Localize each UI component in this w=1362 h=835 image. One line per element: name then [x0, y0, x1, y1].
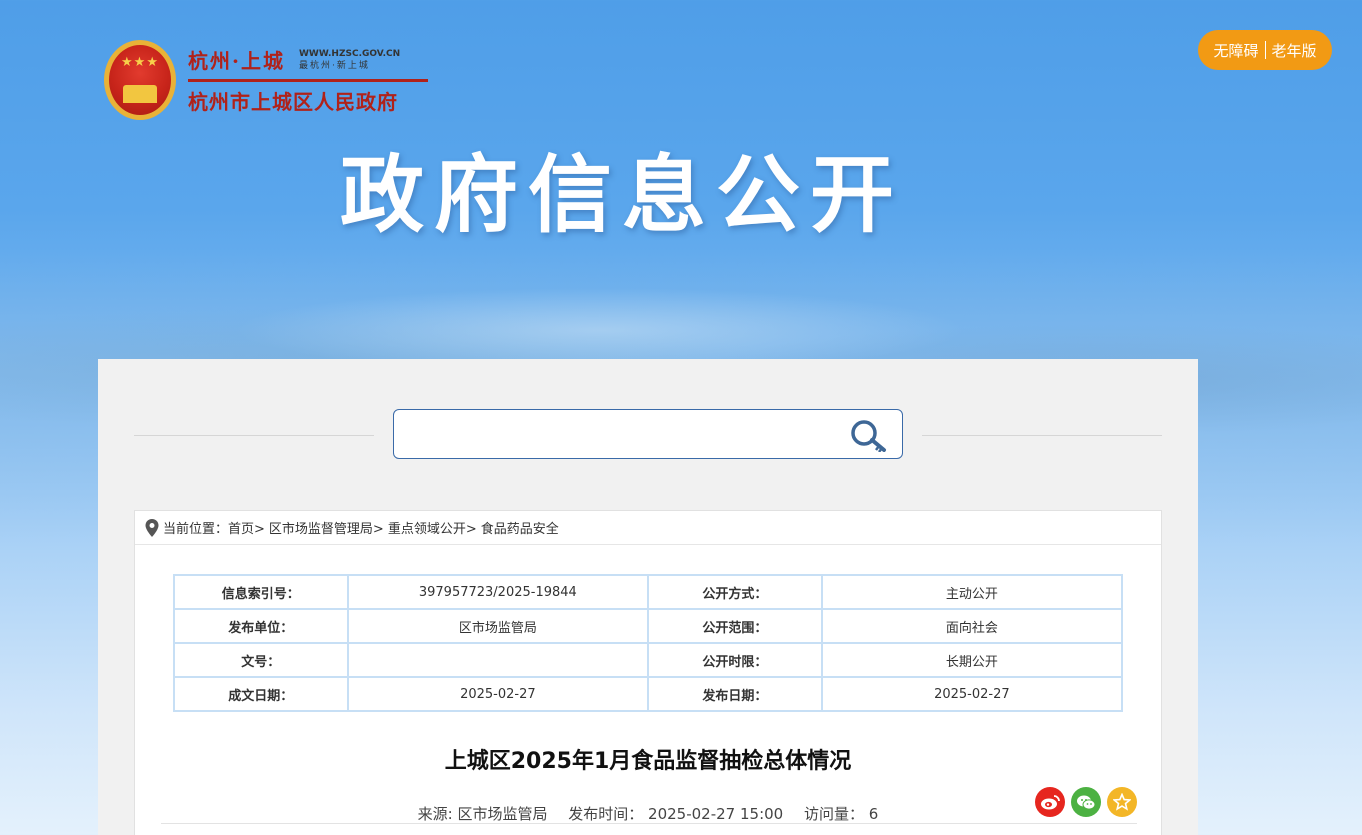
main-panel: 当前位置： 首页> 区市场监督管理局> 重点领域公开> 食品药品安全 信息索引号…: [98, 359, 1198, 835]
breadcrumb-home[interactable]: 首页>: [228, 518, 265, 537]
national-emblem-icon: ★★★: [104, 40, 176, 120]
search-icon[interactable]: [848, 418, 888, 452]
content-divider: [161, 823, 1137, 824]
meta-key: 信息索引号：: [173, 574, 349, 610]
meta-value: 主动公开: [820, 574, 1124, 610]
logo-full-name: 杭州市上城区人民政府: [188, 90, 398, 114]
table-row: 发布单位： 区市场监管局 公开范围： 面向社会: [173, 608, 1124, 644]
meta-key: 文号：: [173, 642, 349, 678]
meta-value: 区市场监管局: [346, 608, 650, 644]
meta-value: [346, 642, 650, 678]
breadcrumb-food-drug[interactable]: 食品药品安全: [481, 518, 559, 537]
search-divider-left: [134, 435, 374, 436]
breadcrumb: 当前位置： 首页> 区市场监督管理局> 重点领域公开> 食品药品安全: [135, 511, 1161, 545]
breadcrumb-prefix: 当前位置：: [163, 522, 229, 537]
breadcrumb-bureau[interactable]: 区市场监督管理局>: [269, 518, 384, 537]
search-divider-right: [922, 435, 1162, 436]
accessibility-toggle: 无障碍 老年版: [1198, 30, 1332, 70]
article-title: 上城区2025年1月食品监督抽检总体情况: [444, 749, 852, 774]
meta-value: 397957723/2025-19844: [346, 574, 650, 610]
article-views: 访问量： 6: [804, 805, 879, 823]
meta-value: 2025-02-27: [346, 676, 650, 712]
logo-short-name: 杭州·上城: [188, 49, 285, 73]
meta-key: 公开时限：: [647, 642, 823, 678]
meta-value: 面向社会: [820, 608, 1124, 644]
location-pin-icon: [145, 518, 159, 537]
article-container: 当前位置： 首页> 区市场监督管理局> 重点领域公开> 食品药品安全 信息索引号…: [134, 510, 1162, 835]
article-meta: 来源: 区市场监管局 发布时间： 2025-02-27 15:00 访问量： 6: [135, 803, 1161, 824]
toggle-separator: [1264, 41, 1266, 59]
accessibility-button[interactable]: 无障碍: [1213, 40, 1258, 61]
banner-title: 政府信息公开: [340, 146, 905, 244]
meta-value: 长期公开: [820, 642, 1124, 678]
article-publish-time: 发布时间： 2025-02-27 15:00: [568, 805, 784, 823]
search-box: [393, 409, 903, 459]
meta-key: 公开方式：: [647, 574, 823, 610]
breadcrumb-key-area[interactable]: 重点领域公开>: [388, 518, 477, 537]
logo-divider: [188, 79, 428, 82]
table-row: 信息索引号： 397957723/2025-19844 公开方式： 主动公开: [173, 574, 1124, 610]
logo-url: WWW.HZSC.GOV.CN: [298, 48, 401, 59]
meta-key: 发布日期：: [647, 676, 823, 712]
meta-value: 2025-02-27: [820, 676, 1124, 712]
meta-key: 发布单位：: [173, 608, 349, 644]
info-meta-table: 信息索引号： 397957723/2025-19844 公开方式： 主动公开 发…: [173, 574, 1124, 712]
site-logo[interactable]: ★★★ 杭州·上城 WWW.HZSC.GOV.CN 最杭州·新上城 杭州市上城区…: [104, 40, 428, 120]
table-row: 成文日期： 2025-02-27 发布日期： 2025-02-27: [173, 676, 1124, 712]
meta-key: 公开范围：: [647, 608, 823, 644]
article-source: 来源: 区市场监管局: [417, 805, 548, 823]
elder-mode-button[interactable]: 老年版: [1272, 40, 1317, 61]
meta-key: 成文日期：: [173, 676, 349, 712]
logo-slogan: 最杭州·新上城: [298, 60, 370, 71]
table-row: 文号： 公开时限： 长期公开: [173, 642, 1124, 678]
search-input[interactable]: [406, 410, 846, 456]
